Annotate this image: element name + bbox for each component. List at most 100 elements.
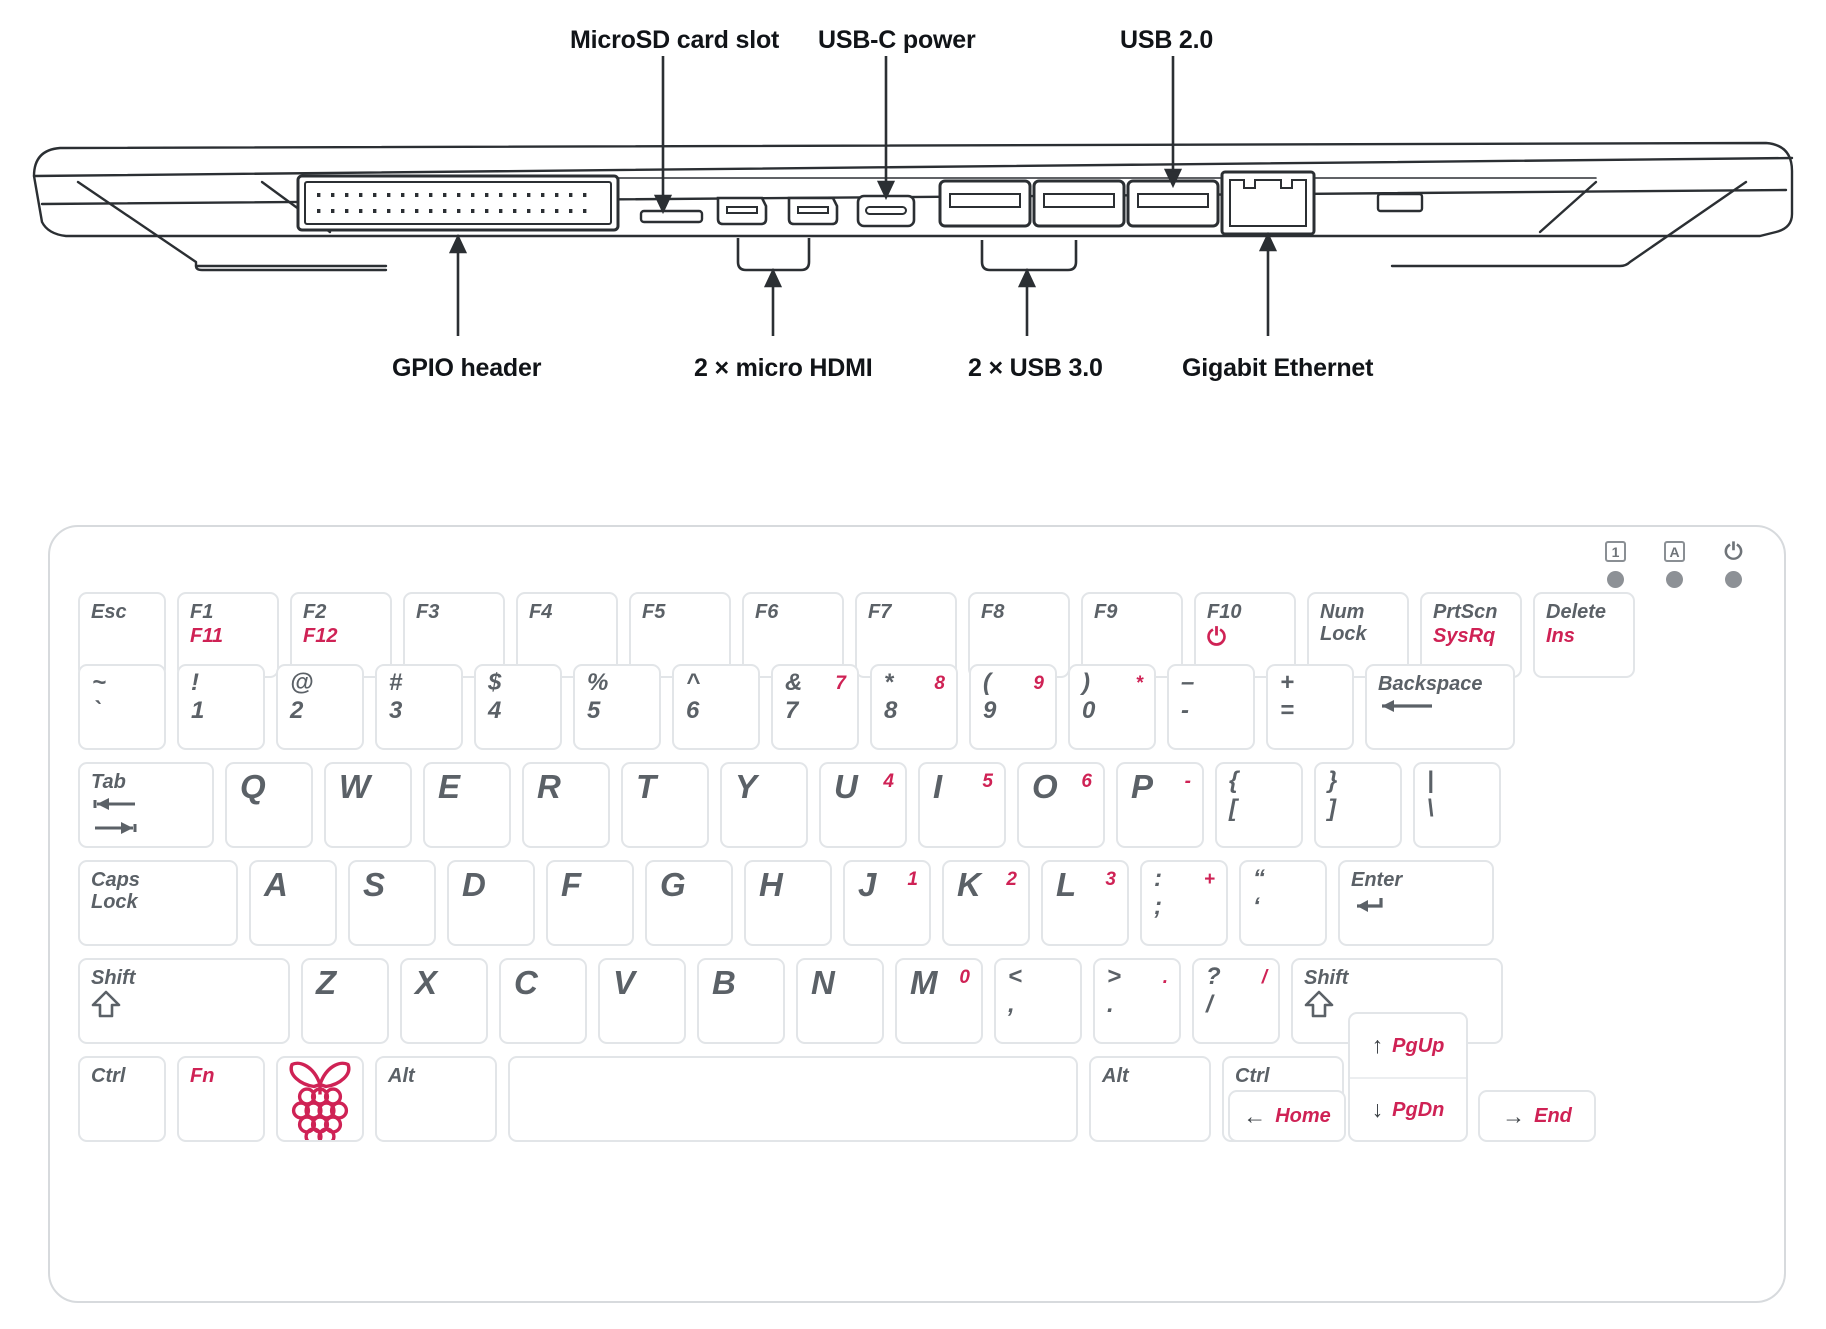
key-symbol-shifted: ^: [686, 669, 701, 696]
key-digit-0[interactable]: ) 0 *: [1068, 664, 1156, 750]
key-letter-v[interactable]: V: [598, 958, 686, 1044]
key-letter-g[interactable]: G: [645, 860, 733, 946]
home-key-row: Caps Lock A S D F G H J 1 K 2 L 3:; + “‘Enter: [78, 860, 1505, 946]
key-arrow-right[interactable]: → End: [1478, 1090, 1596, 1142]
qwerty-key-row: Tab Q W E R T Y U 4 I 5 O 6 P -{[}] | \: [78, 762, 1512, 848]
key-symbol-shifted: #: [389, 669, 403, 696]
key-alt-left[interactable]: Alt: [375, 1056, 497, 1142]
key-letter: Q: [240, 768, 266, 805]
key-symbol-base: 0: [1082, 697, 1096, 724]
key-letter-o[interactable]: O6: [1017, 762, 1105, 848]
key-symbol-base: -: [1181, 697, 1189, 724]
key-symbol-base: ,: [1008, 991, 1015, 1018]
key-fn[interactable]: Fn: [177, 1056, 265, 1142]
key-ctrl-left[interactable]: Ctrl: [78, 1056, 166, 1142]
key-space[interactable]: [508, 1056, 1078, 1142]
key-letter-n[interactable]: N: [796, 958, 884, 1044]
key-letter-y[interactable]: Y: [720, 762, 808, 848]
key-letter-a[interactable]: A: [249, 860, 337, 946]
power-icon: ⏻: [1724, 538, 1743, 564]
key-shift-left[interactable]: Shift: [78, 958, 290, 1044]
key-letter-l[interactable]: L3: [1041, 860, 1129, 946]
key-period[interactable]: >..: [1093, 958, 1181, 1044]
key-letter-i[interactable]: I5: [918, 762, 1006, 848]
key-comma[interactable]: <,: [994, 958, 1082, 1044]
key-letter-s[interactable]: S: [348, 860, 436, 946]
key-digit-7[interactable]: & 7 7: [771, 664, 859, 750]
key-digit-4[interactable]: $4: [474, 664, 562, 750]
key-label-numpad: 2: [1006, 869, 1017, 890]
key-letter-e[interactable]: E: [423, 762, 511, 848]
key-caps-lock[interactable]: Caps Lock: [78, 860, 238, 946]
key-tab[interactable]: Tab: [78, 762, 214, 848]
raspberry-pi-logo-icon: [280, 1058, 360, 1140]
key-enter[interactable]: Enter: [1338, 860, 1494, 946]
key-digit-3[interactable]: #3: [375, 664, 463, 750]
key-letter-z[interactable]: Z: [301, 958, 389, 1044]
key-minus[interactable]: – -: [1167, 664, 1255, 750]
arrow-down-icon: ↓: [1371, 1096, 1384, 1122]
num-lock-icon: 1: [1605, 541, 1626, 562]
key-digit-6[interactable]: ^ 6: [672, 664, 760, 750]
key-quote[interactable]: “‘: [1239, 860, 1327, 946]
key-symbol-shifted: >: [1107, 963, 1122, 990]
key-equals[interactable]: + =: [1266, 664, 1354, 750]
key-letter-q[interactable]: Q: [225, 762, 313, 848]
arrow-right-label: End: [1534, 1105, 1572, 1127]
key-letter: M: [910, 964, 938, 1001]
key-letter-d[interactable]: D: [447, 860, 535, 946]
key-symbol-base: 5: [587, 697, 601, 724]
key-backtick[interactable]: ~ `: [78, 664, 166, 750]
key-bracket-right[interactable]: }]: [1314, 762, 1402, 848]
key-label-secondary: SysRq: [1433, 625, 1496, 647]
key-label-numpad: 0: [959, 967, 970, 988]
key-bracket-left[interactable]: {[: [1215, 762, 1303, 848]
key-letter-k[interactable]: K2: [942, 860, 1030, 946]
key-digit-2[interactable]: @2: [276, 664, 364, 750]
key-label-secondary: Ins: [1546, 625, 1575, 647]
key-alt-right[interactable]: Alt: [1089, 1056, 1211, 1142]
key-digit-8[interactable]: * 8 8: [870, 664, 958, 750]
key-digit-1[interactable]: ! 1: [177, 664, 265, 750]
key-letter-b[interactable]: B: [697, 958, 785, 1044]
key-letter-m[interactable]: M0: [895, 958, 983, 1044]
key-letter-t[interactable]: T: [621, 762, 709, 848]
key-label-primary: Num Lock: [1320, 601, 1367, 646]
key-label-primary: F7: [868, 601, 892, 623]
key-letter-r[interactable]: R: [522, 762, 610, 848]
callout-gpio-header: GPIO header: [392, 354, 542, 382]
key-letter-w[interactable]: W: [324, 762, 412, 848]
key-symbol-shifted: +: [1280, 669, 1295, 696]
callout-microsd-card-slot: MicroSD card slot: [570, 26, 780, 54]
key-letter-c[interactable]: C: [499, 958, 587, 1044]
key-letter-f[interactable]: F: [546, 860, 634, 946]
key-arrow-up-down[interactable]: ↑ PgUp ↓ PgDn: [1348, 1012, 1468, 1142]
key-symbol-shifted: &: [785, 669, 803, 696]
key-slash[interactable]: ? / /: [1192, 958, 1280, 1044]
key-letter-j[interactable]: J1: [843, 860, 931, 946]
key-letter: S: [363, 866, 386, 903]
usb-c-power-port: [856, 194, 916, 228]
key-letter-u[interactable]: U4: [819, 762, 907, 848]
key-delete[interactable]: Delete Ins: [1533, 592, 1635, 678]
key-label-numpad: 6: [1081, 771, 1092, 792]
keyboard: 1 A ⏻ Esc F1 F11 F2 F12 F3 F4 F5 F6 F7 F8 F9 F10 ⏻ Num…: [48, 525, 1786, 1303]
security-lock-slot: [1376, 192, 1424, 213]
key-arrow-left[interactable]: ← Home: [1228, 1090, 1346, 1142]
key-digit-9[interactable]: (9 9: [969, 664, 1057, 750]
key-backspace[interactable]: Backspace: [1365, 664, 1515, 750]
key-letter-p[interactable]: P-: [1116, 762, 1204, 848]
callout-micro-hdmi: 2 × micro HDMI: [694, 354, 873, 382]
backspace-arrow-icon: [1378, 696, 1436, 721]
key-backslash[interactable]: | \: [1413, 762, 1501, 848]
tab-arrows-icon: [91, 792, 141, 843]
key-letter-h[interactable]: H: [744, 860, 832, 946]
key-label-primary: Caps Lock: [91, 869, 140, 914]
key-semicolon[interactable]: :; +: [1140, 860, 1228, 946]
num-lock-indicator: 1: [1605, 541, 1626, 588]
key-arrow-up[interactable]: ↑ PgUp: [1350, 1014, 1466, 1077]
key-digit-5[interactable]: % 5: [573, 664, 661, 750]
key-raspberry[interactable]: [276, 1056, 364, 1142]
key-letter-x[interactable]: X: [400, 958, 488, 1044]
key-arrow-down[interactable]: ↓ PgDn: [1350, 1077, 1466, 1140]
